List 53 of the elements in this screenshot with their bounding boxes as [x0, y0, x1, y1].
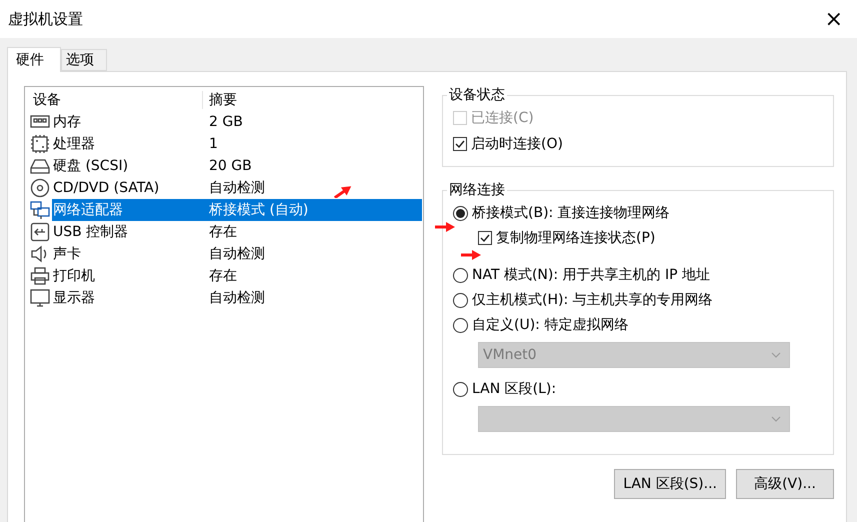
- radio-button[interactable]: [453, 382, 468, 396]
- checkbox-label[interactable]: 启动时连接(O): [471, 135, 563, 153]
- network-icon: [30, 200, 50, 220]
- tab[interactable]: 选项: [61, 49, 107, 71]
- radio-button[interactable]: [453, 292, 468, 308]
- group-title: 网络连接: [448, 181, 506, 199]
- dialog-button[interactable]: LAN 区段(S)...: [614, 469, 726, 499]
- device-summary[interactable]: 自动检测: [203, 287, 422, 309]
- radio-button[interactable]: [453, 206, 468, 220]
- radio-label[interactable]: 仅主机模式(H): 与主机共享的专用网络: [472, 291, 713, 309]
- window-title: 虚拟机设置: [8, 10, 83, 28]
- radio-label[interactable]: LAN 区段(L):: [472, 380, 556, 398]
- device-summary[interactable]: 自动检测: [203, 177, 422, 199]
- device-summary[interactable]: 自动检测: [203, 243, 422, 265]
- radio-label[interactable]: 桥接模式(B): 直接连接物理网络: [472, 204, 670, 222]
- dialog-button[interactable]: 高级(V)...: [736, 469, 834, 499]
- radio-label[interactable]: NAT 模式(N): 用于共享主机的 IP 地址: [472, 266, 710, 284]
- radio-button[interactable]: [453, 268, 468, 282]
- device-summary[interactable]: 1: [203, 133, 422, 155]
- device-name[interactable]: 打印机: [52, 265, 203, 287]
- annotation-arrow-icon: [435, 221, 455, 233]
- device-summary[interactable]: 20 GB: [203, 155, 422, 177]
- column-header[interactable]: 设备: [26, 91, 203, 109]
- checkbox[interactable]: [453, 137, 467, 151]
- usb-icon: [30, 222, 50, 242]
- printer-icon: [30, 266, 50, 286]
- device-name[interactable]: USB 控制器: [52, 221, 203, 243]
- device-summary[interactable]: 存在: [203, 265, 422, 287]
- group-title: 设备状态: [448, 86, 506, 104]
- disc-icon: [30, 178, 50, 198]
- close-button[interactable]: ×: [820, 6, 847, 32]
- radio-button[interactable]: [453, 318, 468, 332]
- device-name[interactable]: 声卡: [52, 243, 203, 265]
- chevron-icon: [771, 352, 781, 358]
- tab[interactable]: 硬件: [7, 47, 61, 72]
- radio-label[interactable]: 自定义(U): 特定虚拟网络: [472, 316, 628, 334]
- device-summary[interactable]: 2 GB: [203, 111, 422, 133]
- device-summary[interactable]: 存在: [203, 221, 422, 243]
- annotation-arrow-icon: [461, 249, 481, 261]
- device-name[interactable]: 硬盘 (SCSI): [52, 155, 203, 177]
- device-summary[interactable]: 桥接模式 (自动): [203, 199, 422, 221]
- monitor-icon: [30, 288, 50, 308]
- device-name[interactable]: 显示器: [52, 287, 203, 309]
- device-name[interactable]: 处理器: [52, 133, 203, 155]
- column-header[interactable]: 摘要: [203, 91, 422, 109]
- checkbox[interactable]: [478, 231, 492, 245]
- device-name[interactable]: 内存: [52, 111, 203, 133]
- checkbox-label[interactable]: 复制物理网络连接状态(P): [496, 229, 656, 247]
- annotation-arrow-icon: [333, 186, 353, 198]
- chevron-icon: [771, 416, 781, 422]
- device-name[interactable]: CD/DVD (SATA): [52, 177, 203, 199]
- processor-icon: [30, 134, 50, 154]
- device-name[interactable]: 网络适配器: [52, 199, 203, 221]
